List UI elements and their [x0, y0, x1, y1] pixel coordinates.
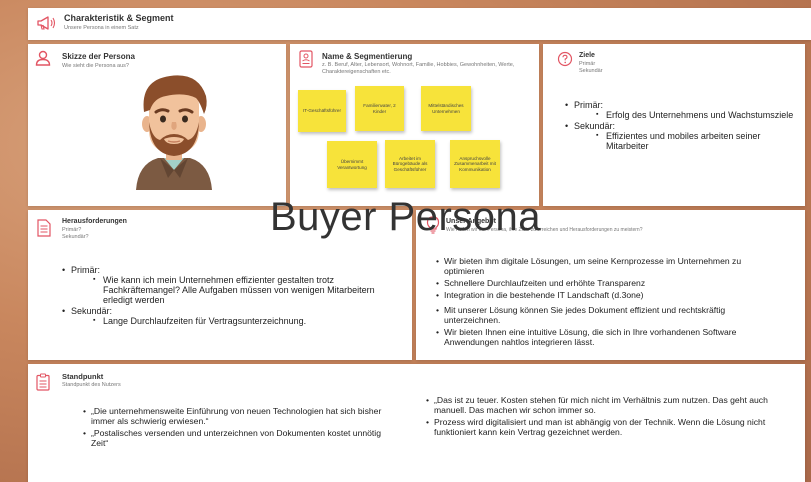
goals-card: Ziele Primär Sekundär Primär: Erfolg des…	[543, 44, 805, 206]
list-item: Erfolg des Unternehmens und Wachstumszie…	[596, 110, 797, 120]
list-item: Wie kann ich mein Unternehmen effiziente…	[93, 275, 382, 305]
persona-subtitle: Wie sieht die Persona aus?	[62, 63, 129, 69]
page-title: Buyer Persona	[269, 195, 542, 239]
persona-title: Skizze der Persona	[62, 52, 135, 61]
segment-subtitle: z. B. Beruf, Alter, Lebensort, Wohnort, …	[322, 62, 515, 75]
header-card: Charakteristik & Segment Unsere Persona …	[28, 8, 811, 40]
id-card-icon	[299, 50, 313, 68]
list-item: Primär: Wie kann ich mein Unternehmen ef…	[62, 265, 382, 305]
list-item: Schnellere Durchlaufzeiten und erhöhte T…	[436, 278, 781, 288]
person-icon	[35, 50, 51, 66]
list-item: Integration in die bestehende IT Landsch…	[436, 290, 781, 300]
header-title: Charakteristik & Segment	[64, 13, 174, 23]
sticky-note: Übernimmt Verantwortung	[327, 141, 377, 188]
list-item: „Postalisches versenden und unterzeichne…	[83, 428, 383, 448]
solution-list: Wir bieten ihm digitale Lösungen, um sei…	[436, 256, 781, 349]
segment-card: Name & Segmentierung z. B. Beruf, Alter,…	[290, 44, 539, 206]
standpoint-left-list: „Die unternehmensweite Einführung von ne…	[83, 406, 383, 450]
goals-subtitle-secondary: Sekundär	[579, 68, 603, 74]
megaphone-icon	[37, 16, 56, 30]
persona-card: Skizze der Persona Wie sieht die Persona…	[28, 44, 286, 206]
standpoint-title: Standpunkt	[62, 372, 104, 381]
header-subtitle: Unsere Persona in einem Satz	[64, 25, 139, 31]
sticky-note: Arbeitet im Bürogebäude als Geschäftsfüh…	[385, 140, 435, 188]
list-item: Lange Durchlaufzeiten für Vertragsunterz…	[93, 316, 382, 326]
sticky-note: IT-Geschäftsführer	[298, 90, 346, 132]
list-item: Primär: Erfolg des Unternehmens und Wach…	[565, 100, 797, 120]
list-item: Prozess wird digitalisiert und man ist a…	[426, 417, 776, 437]
list-item: Wir bieten Ihnen eine intuitive Lösung, …	[436, 327, 781, 347]
goals-subtitle-primary: Primär	[579, 61, 596, 67]
standpoint-subtitle: Standpunkt des Nutzers	[62, 382, 121, 388]
clipboard-icon	[36, 373, 50, 391]
challenges-list: Primär: Wie kann ich mein Unternehmen ef…	[62, 265, 382, 327]
target-icon	[557, 51, 573, 67]
goals-list: Primär: Erfolg des Unternehmens und Wach…	[565, 100, 797, 152]
list-item: Sekundär: Lange Durchlaufzeiten für Vert…	[62, 306, 382, 326]
list-item: Effizientes und mobiles arbeiten seiner …	[596, 131, 797, 151]
sticky-note: Anspruchsvolle Zusammenarbeit mit Kommun…	[450, 140, 500, 188]
standpoint-card: Standpunkt Standpunkt des Nutzers „Die u…	[28, 364, 805, 482]
list-item: Sekundär: Effizientes und mobiles arbeit…	[565, 121, 797, 151]
standpoint-right-list: „Das ist zu teuer. Kosten stehen für mic…	[426, 395, 776, 439]
list-item: „Das ist zu teuer. Kosten stehen für mic…	[426, 395, 776, 415]
goals-title: Ziele	[579, 52, 595, 59]
list-item: „Die unternehmensweite Einführung von ne…	[83, 406, 383, 426]
sticky-note: Mittelständisches Unternehmen	[421, 86, 471, 131]
list-item: Mit unserer Lösung können Sie jedes Doku…	[436, 305, 781, 325]
segment-title: Name & Segmentierung	[322, 52, 413, 61]
avatar	[136, 75, 212, 190]
list-item: Wir bieten ihm digitale Lösungen, um sei…	[436, 256, 781, 276]
sticky-note: Familienvater, 2 Kinder	[355, 86, 404, 131]
